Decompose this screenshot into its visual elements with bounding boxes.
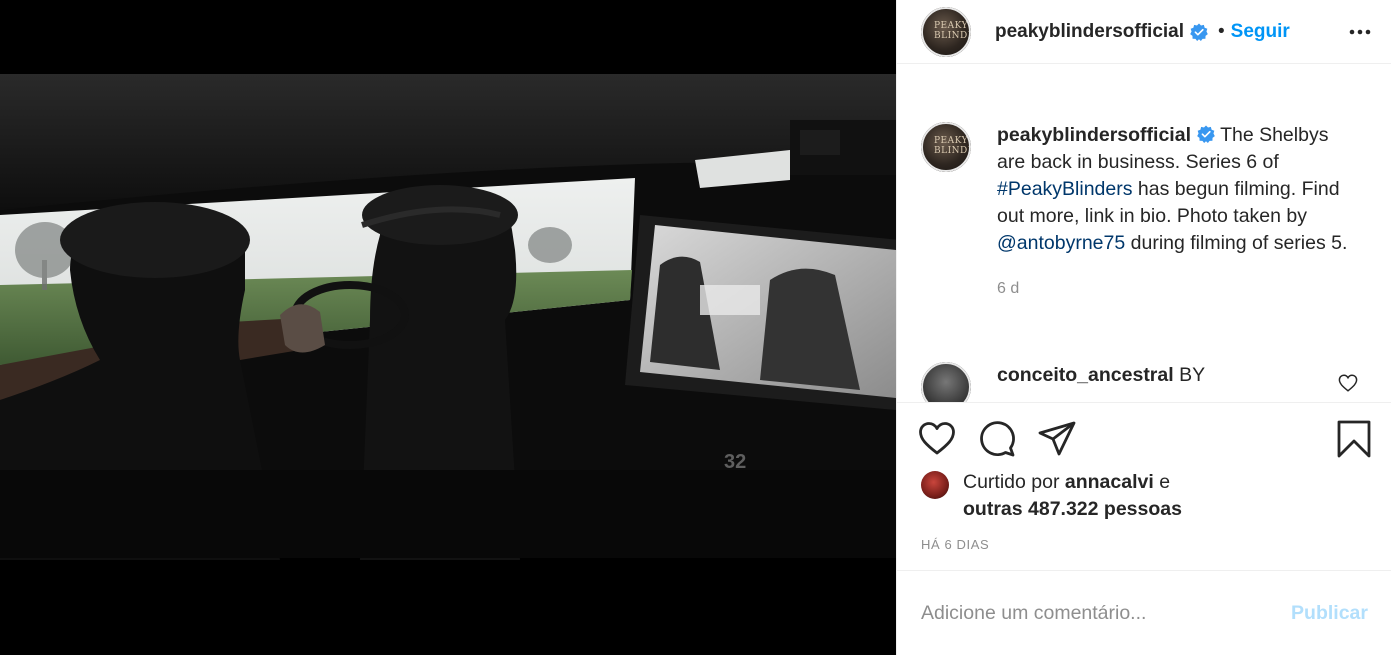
likes-prefix: Curtido por	[963, 471, 1065, 493]
post-timestamp[interactable]: Há 6 dias	[921, 537, 989, 552]
bookmark-icon[interactable]	[1334, 419, 1374, 459]
more-horizontal-icon[interactable]	[1348, 21, 1372, 43]
caption-author-avatar[interactable]: PEAKY BLINDERS	[921, 122, 971, 172]
comment-like-heart-icon[interactable]	[1338, 374, 1358, 392]
caption-username[interactable]: peakyblindersofficial	[997, 124, 1191, 146]
hashtag-link[interactable]: #PeakyBlinders	[997, 178, 1133, 200]
caption-age[interactable]: 6 d	[997, 275, 1357, 302]
avatar-ring	[921, 6, 971, 57]
likes-conjunction: e	[1153, 471, 1171, 493]
author-avatar[interactable]: PEAKY BLINDERS	[921, 6, 971, 57]
caption-body: peakyblindersofficial The Shelbys are ba…	[997, 122, 1357, 302]
header-separator: •	[1218, 20, 1225, 42]
likes-text: Curtido por annacalvi e outras 487.322 p…	[963, 469, 1182, 523]
author-username[interactable]: peakyblindersofficial	[995, 21, 1184, 43]
caption-text: peakyblindersofficial The Shelbys are ba…	[997, 122, 1357, 257]
post-header: PEAKY BLINDERS peakyblindersofficial • S…	[897, 0, 1391, 64]
caption-text-part: during filming of series 5.	[1125, 232, 1348, 254]
action-bar	[897, 402, 1391, 472]
likes-summary: Curtido por annacalvi e outras 487.322 p…	[921, 469, 1381, 523]
likes-others-link[interactable]: outras 487.322 pessoas	[963, 498, 1182, 520]
liker-username[interactable]: annacalvi	[1065, 471, 1154, 493]
post-photo: 32	[0, 0, 896, 655]
commenter-username[interactable]: conceito_ancestral	[997, 364, 1174, 386]
comment-input[interactable]	[921, 601, 1280, 625]
comment-item: conceito_ancestral BY	[921, 362, 1381, 402]
verified-badge-icon	[1197, 125, 1215, 143]
post-side-panel: PEAKY BLINDERS peakyblindersofficial • S…	[896, 0, 1391, 655]
avatar-ring	[921, 122, 971, 172]
post-image[interactable]: 32	[0, 0, 896, 655]
share-icon[interactable]	[1037, 419, 1077, 459]
follow-button[interactable]: Seguir	[1231, 21, 1290, 43]
verified-badge-icon	[1190, 22, 1208, 41]
avatar-ring	[921, 362, 971, 402]
comment-body: conceito_ancestral BY	[997, 362, 1357, 402]
caption-comment: PEAKY BLINDERS peakyblindersofficial The…	[921, 122, 1381, 302]
comment-text: BY	[1179, 364, 1206, 386]
liker-avatar[interactable]	[921, 471, 949, 499]
comment-icon[interactable]	[977, 419, 1017, 459]
publish-button[interactable]: Publicar	[1291, 602, 1368, 625]
comments-list[interactable]: PEAKY BLINDERS peakyblindersofficial The…	[897, 64, 1391, 402]
heart-icon[interactable]	[917, 419, 957, 459]
seat-number-label: 32	[724, 451, 746, 473]
instagram-post-modal: 32 PEAKY BLINDERS peakyblindersofficial …	[0, 0, 1391, 655]
add-comment-bar: Publicar	[897, 570, 1391, 655]
mention-link[interactable]: @antobyrne75	[997, 232, 1125, 254]
commenter-avatar[interactable]	[921, 362, 971, 402]
